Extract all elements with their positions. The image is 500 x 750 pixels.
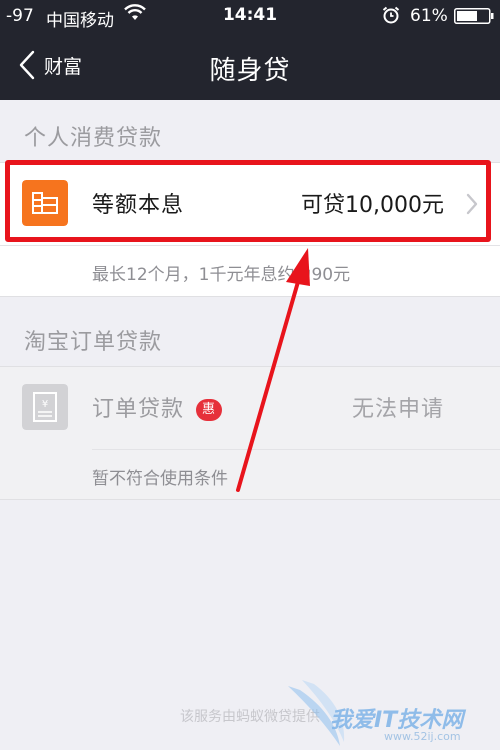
receipt-yen-icon: ¥ [22, 384, 68, 430]
battery-percent: 61% [410, 6, 448, 26]
installment-card-icon [22, 180, 68, 226]
loan-option-note: 最长12个月，1千元年息约为90元 [92, 265, 351, 285]
alarm-clock-icon [382, 6, 400, 24]
loan-available-amount: 可贷10,000元 [301, 193, 444, 218]
divider [92, 449, 500, 450]
svg-text:¥: ¥ [42, 399, 48, 410]
divider [0, 245, 500, 246]
order-loan-title: 订单贷款 [92, 397, 185, 422]
loan-option-title: 等额本息 [92, 193, 185, 218]
chevron-right-icon [466, 193, 478, 215]
battery-icon [454, 8, 494, 24]
personal-loan-card: 等额本息 可贷10,000元 最长12个月，1千元年息约为90元 [0, 162, 500, 297]
watermark-url: www.52ij.com [384, 730, 461, 743]
navigation-bar: 财富 随身贷 [0, 32, 500, 100]
section-header-personal-loan: 个人消费贷款 [24, 126, 163, 151]
order-loan-status: 无法申请 [351, 397, 444, 422]
loan-option-order-loan: ¥ 订单贷款惠 无法申请 [0, 367, 500, 449]
discount-badge: 惠 [196, 399, 223, 421]
loan-option-equal-installment[interactable]: 等额本息 可贷10,000元 [0, 163, 500, 245]
page-title: 随身贷 [209, 56, 291, 86]
top-bar: -97 中国移动 14:41 61% 财富 随身贷 [0, 0, 500, 100]
order-loan-title-group: 订单贷款惠 [92, 391, 223, 423]
section-header-taobao-loan: 淘宝订单贷款 [24, 330, 163, 355]
status-bar: -97 中国移动 14:41 61% [0, 0, 500, 32]
order-loan-note: 暂不符合使用条件 [92, 469, 228, 489]
taobao-loan-card: ¥ 订单贷款惠 无法申请 暂不符合使用条件 [0, 366, 500, 500]
